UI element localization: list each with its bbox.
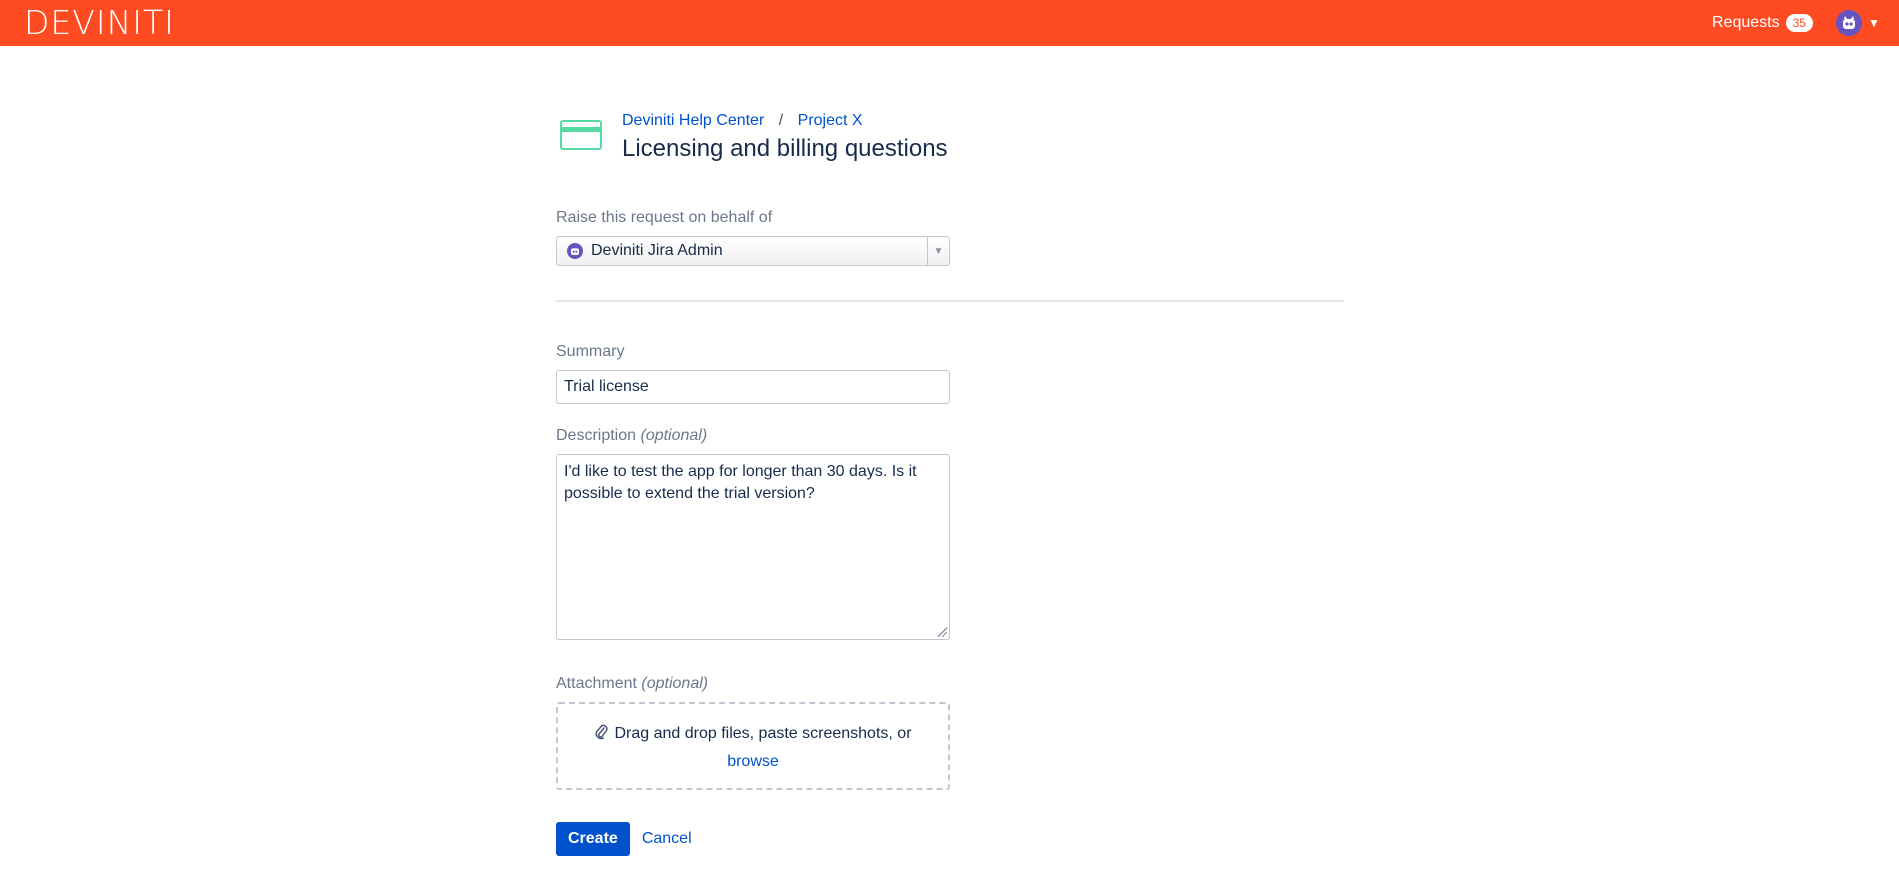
section-divider	[556, 300, 1344, 302]
request-form-page: Deviniti Help Center / Project X Licensi…	[556, 108, 1344, 856]
create-button[interactable]: Create	[556, 822, 630, 856]
summary-input[interactable]: Trial license	[556, 370, 950, 404]
attachment-dropzone[interactable]: Drag and drop files, paste screenshots, …	[556, 702, 950, 790]
cancel-link[interactable]: Cancel	[642, 830, 692, 848]
description-label-text: Description	[556, 427, 637, 444]
behalf-label: Raise this request on behalf of	[556, 209, 773, 226]
attachment-label: Attachment (optional)	[556, 674, 1344, 694]
description-label: Description (optional)	[556, 426, 1344, 446]
requests-link[interactable]: Requests 35	[1712, 12, 1813, 34]
robot-avatar-icon	[571, 248, 579, 255]
behalf-select-value: Deviniti Jira Admin	[591, 242, 723, 259]
user-avatar	[1836, 10, 1862, 36]
breadcrumb-project[interactable]: Project X	[798, 112, 863, 129]
robot-avatar-icon	[1843, 16, 1855, 29]
description-textarea[interactable]: I'd like to test the app for longer than…	[556, 454, 950, 640]
requests-count-badge: 35	[1785, 14, 1813, 32]
page-title: Licensing and billing questions	[622, 135, 948, 162]
breadcrumb-help-center[interactable]: Deviniti Help Center	[622, 112, 764, 129]
behalf-select[interactable]: Deviniti Jira Admin ▼	[556, 236, 950, 266]
resize-handle[interactable]	[937, 627, 947, 637]
portal-header: Deviniti Help Center / Project X Licensi…	[560, 108, 1344, 164]
behalf-user-avatar	[567, 243, 583, 259]
summary-label: Summary	[556, 343, 625, 360]
breadcrumb-separator: /	[778, 112, 784, 129]
breadcrumb: Deviniti Help Center / Project X	[622, 110, 948, 132]
user-profile-menu[interactable]: ▼	[1836, 10, 1880, 36]
credit-card-icon	[560, 120, 602, 150]
browse-link[interactable]: browse	[727, 753, 779, 770]
deviniti-logo[interactable]: DEVINITI	[24, 4, 175, 42]
dropdown-arrow-icon[interactable]: ▼	[927, 237, 949, 265]
attachment-optional-text: (optional)	[641, 675, 709, 692]
top-navigation-bar: DEVINITI Requests 35 ▼	[0, 0, 1899, 46]
dropzone-text: Drag and drop files, paste screenshots, …	[614, 725, 912, 742]
form-actions: Create Cancel	[556, 822, 1344, 856]
requests-label: Requests	[1712, 14, 1780, 31]
paperclip-icon	[596, 724, 609, 740]
description-text: I'd like to test the app for longer than…	[564, 463, 917, 502]
chevron-down-icon: ▼	[1868, 16, 1880, 30]
description-optional-text: (optional)	[640, 427, 708, 444]
attachment-label-text: Attachment	[556, 675, 637, 692]
